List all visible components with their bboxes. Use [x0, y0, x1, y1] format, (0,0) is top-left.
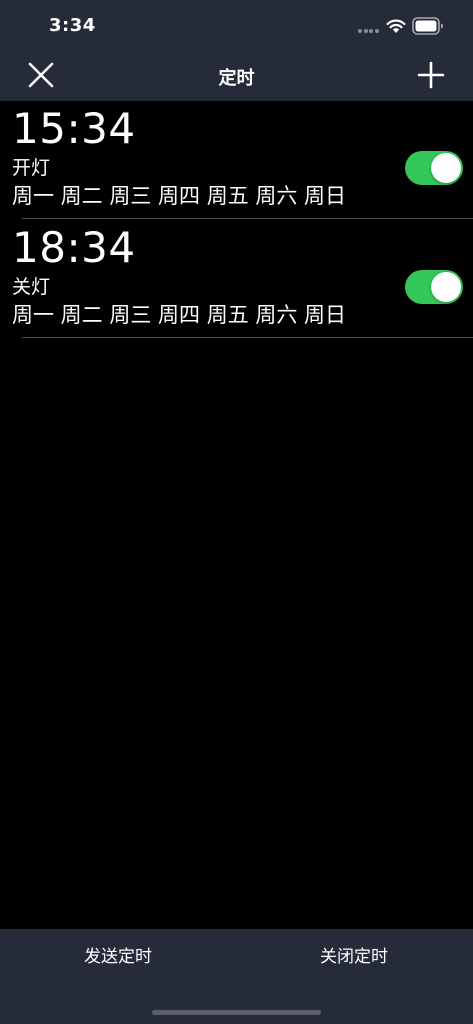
- divider: [22, 337, 473, 338]
- plus-icon[interactable]: [416, 60, 446, 90]
- toggle-knob: [431, 153, 461, 183]
- bottom-bar: 发送定时 关闭定时: [0, 929, 473, 1024]
- timer-list-item[interactable]: 15:34 开灯 周一 周二 周三 周四 周五 周六 周日: [0, 101, 473, 219]
- wifi-icon: [386, 19, 406, 33]
- top-bar: 3:34 定时: [0, 0, 473, 101]
- timer-repeat-days: 周一 周二 周三 周四 周五 周六 周日: [12, 184, 347, 208]
- status-time: 3:34: [49, 15, 96, 36]
- timer-repeat-days: 周一 周二 周三 周四 周五 周六 周日: [12, 303, 347, 327]
- battery-icon: [412, 17, 443, 35]
- page-title: 定时: [218, 68, 255, 89]
- close-timer-button[interactable]: 关闭定时: [236, 945, 472, 975]
- signal-dots-icon: [358, 29, 380, 33]
- timer-time: 18:34: [12, 223, 136, 272]
- home-indicator: [152, 1010, 321, 1015]
- toggle-knob: [431, 272, 461, 302]
- send-timer-button[interactable]: 发送定时: [0, 945, 236, 975]
- divider: [22, 218, 473, 219]
- timer-enable-toggle[interactable]: [405, 151, 463, 185]
- timer-name: 开灯: [12, 157, 51, 179]
- timer-enable-toggle[interactable]: [405, 270, 463, 304]
- timer-list-item[interactable]: 18:34 关灯 周一 周二 周三 周四 周五 周六 周日: [0, 220, 473, 338]
- timer-time: 15:34: [12, 104, 136, 153]
- timer-name: 关灯: [12, 276, 51, 298]
